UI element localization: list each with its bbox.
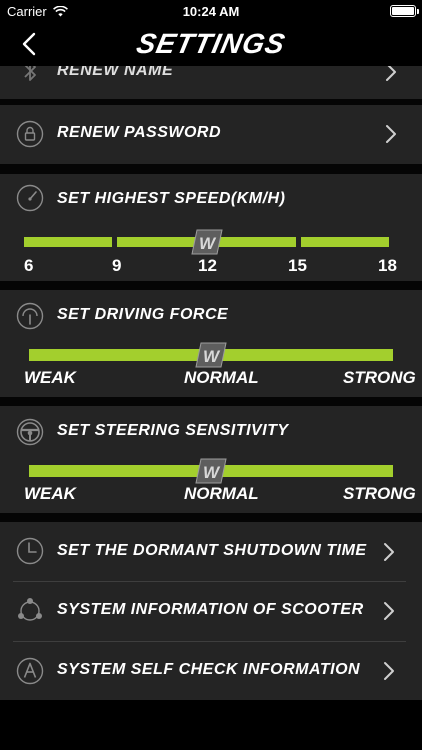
speed-tick-label: 9: [112, 256, 122, 275]
chevron-right-icon: [386, 66, 396, 81]
system-info-label: SYSTEM INFORMATION OF SCOOTER: [57, 601, 364, 618]
steering-wheel-icon: [16, 418, 44, 446]
section-gap: [0, 281, 422, 290]
self-check-row[interactable]: SYSTEM SELF CHECK INFORMATION: [0, 642, 422, 700]
chevron-right-icon: [384, 662, 394, 680]
connection-nodes-icon: [18, 598, 42, 621]
knob-letter: W: [203, 463, 221, 482]
steering-label-weak: WEAK: [24, 484, 76, 503]
renew-password-label: RENEW PASSWORD: [57, 124, 222, 141]
chevron-right-icon: [384, 543, 394, 561]
steering-label: SET STEERING SENSITIVITY: [57, 422, 289, 439]
knob-letter: W: [203, 347, 221, 366]
speed-tick-label: 15: [288, 256, 307, 275]
chevron-right-icon: [384, 602, 394, 620]
bluetooth-icon: [24, 66, 36, 81]
self-check-label: SYSTEM SELF CHECK INFORMATION: [57, 661, 361, 678]
steering-label-normal: NORMAL: [184, 484, 259, 503]
system-info-row[interactable]: SYSTEM INFORMATION OF SCOOTER: [0, 582, 422, 641]
settings-list[interactable]: RENEW NAME RENEW PASSWORD SET HIGHEST SP…: [0, 66, 422, 750]
knob-letter: W: [199, 234, 217, 253]
highest-speed-section: SET HIGHEST SPEED(KM/H) W 6 9 12 15 18: [0, 174, 422, 281]
force-label-strong: STRONG: [343, 368, 416, 387]
force-label-weak: WEAK: [24, 368, 76, 387]
force-label-normal: NORMAL: [184, 368, 259, 387]
lock-icon: [16, 120, 44, 148]
page-title: SETTINGS: [133, 28, 289, 59]
battery-icon: [390, 5, 419, 17]
renew-name-row[interactable]: RENEW NAME: [0, 66, 422, 99]
slider-knob[interactable]: W: [195, 458, 227, 484]
navigation-bar: SETTINGS: [0, 22, 422, 66]
driving-force-label: SET DRIVING FORCE: [57, 306, 229, 323]
status-bar: Carrier 10:24 AM: [0, 0, 422, 22]
self-check-icon: [16, 657, 44, 685]
driving-force-section: SET DRIVING FORCE W WEAK NORMAL STRONG: [0, 290, 422, 397]
clock-icon: [16, 537, 44, 565]
chevron-right-icon: [386, 125, 396, 143]
slider-knob[interactable]: W: [191, 229, 223, 255]
dormant-shutdown-label: SET THE DORMANT SHUTDOWN TIME: [57, 542, 367, 559]
dormant-shutdown-row[interactable]: SET THE DORMANT SHUTDOWN TIME: [0, 522, 422, 581]
clock: 10:24 AM: [182, 4, 240, 19]
steering-section: SET STEERING SENSITIVITY W WEAK NORMAL S…: [0, 406, 422, 513]
highest-speed-label: SET HIGHEST SPEED(KM/H): [57, 190, 286, 207]
info-section: SET THE DORMANT SHUTDOWN TIME SYSTEM INF…: [0, 522, 422, 700]
section-gap: [0, 397, 422, 406]
renew-password-row[interactable]: RENEW PASSWORD: [0, 105, 422, 164]
section-gap: [0, 513, 422, 522]
renew-name-label: RENEW NAME: [57, 66, 174, 79]
speed-tick-label: 12: [198, 256, 217, 275]
steering-label-strong: STRONG: [343, 484, 416, 503]
gauge-icon: [16, 302, 44, 330]
speed-tick-label: 6: [24, 256, 34, 275]
speed-tick-label: 18: [378, 256, 397, 275]
section-gap: [0, 164, 422, 174]
speed-track-segment: [301, 237, 389, 247]
speedometer-icon: [16, 184, 44, 212]
slider-knob[interactable]: W: [195, 342, 227, 368]
speed-track-segment: [24, 237, 112, 247]
